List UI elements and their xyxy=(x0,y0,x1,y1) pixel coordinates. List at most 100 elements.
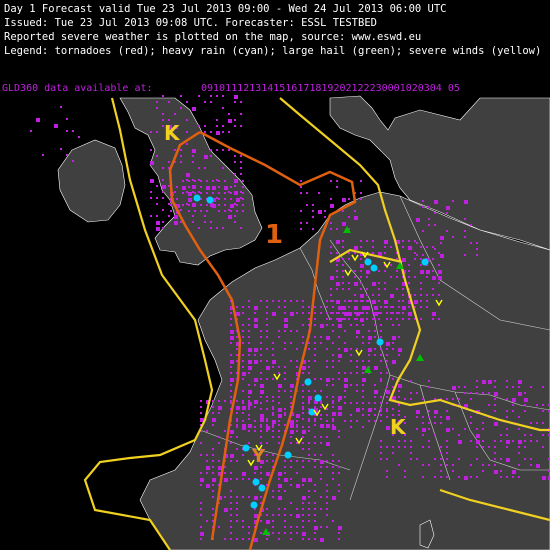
lightning-dot xyxy=(338,372,340,374)
lightning-dot xyxy=(414,294,416,296)
lightning-dot xyxy=(372,246,374,248)
lightning-dot xyxy=(422,464,424,466)
lightning-dot xyxy=(300,180,302,182)
lightning-dot xyxy=(384,270,386,272)
lightning-dot xyxy=(374,312,378,316)
lightning-dot xyxy=(254,348,258,352)
lightning-dot xyxy=(422,230,424,232)
lightning-dot xyxy=(218,180,220,182)
lightning-dot xyxy=(464,236,466,238)
lightning-dot xyxy=(230,318,232,320)
lightning-dot xyxy=(348,312,352,316)
lightning-dot xyxy=(368,360,370,362)
lightning-dot xyxy=(426,300,428,302)
lightning-dot xyxy=(338,538,340,540)
lightning-dot xyxy=(306,204,308,206)
lightning-dot xyxy=(362,408,364,410)
lightning-dot xyxy=(344,420,346,422)
lightning-dot xyxy=(300,186,302,188)
lightning-dot xyxy=(326,466,328,468)
lightning-dot xyxy=(260,378,262,380)
lightning-dot xyxy=(426,246,428,248)
lightning-dot xyxy=(248,300,250,302)
tornado-report: Y xyxy=(251,446,266,467)
lightning-dot xyxy=(320,324,324,328)
lightning-dot xyxy=(402,318,404,320)
lightning-dot xyxy=(506,398,508,400)
lightning-dot xyxy=(212,484,214,486)
lightning-dot xyxy=(200,526,202,528)
lightning-dot xyxy=(168,203,170,205)
lightning-dot xyxy=(368,354,370,356)
lightning-dot xyxy=(326,442,330,446)
lightning-dot xyxy=(260,336,262,338)
lightning-dot xyxy=(224,400,226,402)
lightning-dot xyxy=(266,426,270,430)
lightning-dot xyxy=(362,378,366,382)
lightning-dot xyxy=(302,408,304,410)
lightning-dot xyxy=(338,312,340,314)
lightning-dot xyxy=(348,288,350,290)
lightning-dot xyxy=(408,264,410,266)
lightning-dot xyxy=(248,348,252,352)
lightning-dot xyxy=(180,107,182,109)
lightning-dot xyxy=(330,246,332,248)
lightning-dot xyxy=(234,119,236,121)
lightning-dot xyxy=(326,436,328,438)
lightning-dot xyxy=(216,131,220,135)
lightning-dot xyxy=(308,478,312,482)
lightning-dot xyxy=(200,210,202,212)
lightning-dot xyxy=(296,312,298,314)
lightning-dot xyxy=(234,215,236,217)
lightning-dot xyxy=(230,390,232,392)
lightning-dot xyxy=(242,390,244,392)
lightning-dot xyxy=(290,360,292,362)
lightning-dot xyxy=(278,430,280,432)
lightning-dot xyxy=(390,276,392,278)
lightning-dot xyxy=(242,378,244,380)
lightning-dot xyxy=(476,458,478,460)
lightning-dot xyxy=(236,508,238,510)
lightning-dot xyxy=(278,336,280,338)
lightning-dot xyxy=(464,254,466,256)
lightning-dot xyxy=(386,410,388,412)
lightning-dot xyxy=(446,452,448,454)
heavy-rain-report xyxy=(370,264,378,272)
lightning-dot xyxy=(332,384,334,386)
lightning-dot xyxy=(248,406,250,408)
lightning-dot xyxy=(332,412,336,416)
lightning-dot xyxy=(240,167,242,169)
lightning-dot xyxy=(390,312,392,314)
lightning-dot xyxy=(254,496,258,500)
lightning-dot xyxy=(530,434,532,436)
lightning-dot xyxy=(380,348,382,350)
lightning-dot xyxy=(260,330,262,332)
lightning-dot xyxy=(464,386,466,388)
lightning-dot xyxy=(156,185,158,187)
lightning-dot xyxy=(446,416,450,420)
lightning-dot xyxy=(248,306,250,308)
lightning-dot xyxy=(342,222,346,226)
lightning-dot xyxy=(366,240,368,242)
lightning-dot xyxy=(192,215,194,217)
lightning-dot xyxy=(290,460,292,462)
lightning-dot xyxy=(254,472,256,474)
lightning-dot xyxy=(156,227,160,231)
lightning-dot xyxy=(506,440,510,444)
lightning-dot xyxy=(162,185,166,189)
lightning-dot xyxy=(212,406,214,408)
lightning-dot xyxy=(266,348,268,350)
lightning-dot xyxy=(228,191,230,193)
lightning-dot xyxy=(488,404,490,406)
lightning-dot xyxy=(236,306,238,308)
lightning-dot xyxy=(360,294,364,298)
lightning-dot xyxy=(228,209,230,211)
lightning-dot xyxy=(308,448,310,450)
lightning-dot xyxy=(482,380,486,384)
lightning-dot xyxy=(330,222,332,224)
lightning-dot xyxy=(320,442,322,444)
lightning-dot xyxy=(204,221,206,223)
lightning-dot xyxy=(236,520,238,522)
lightning-dot xyxy=(452,428,454,430)
lightning-dot xyxy=(242,478,244,480)
